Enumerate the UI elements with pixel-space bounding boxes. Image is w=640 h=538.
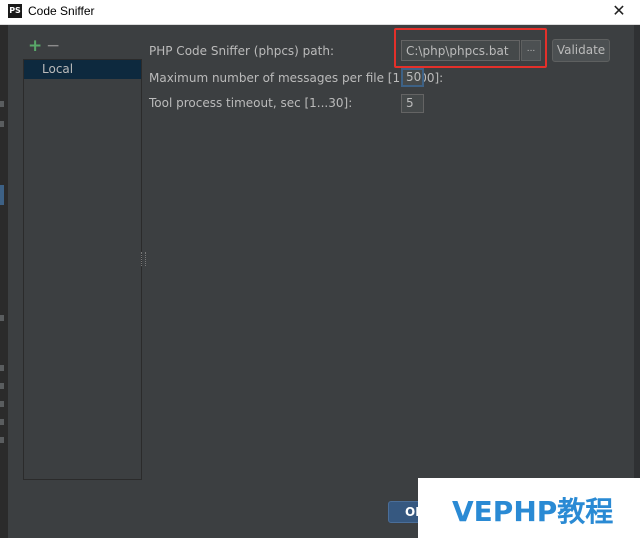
add-icon[interactable]: + [28,36,42,56]
edge-mark [0,101,4,107]
app-icon: PS [8,4,22,18]
edge-mark [0,419,4,425]
title-bar: PS Code Sniffer ✕ [0,0,640,25]
remove-icon[interactable]: − [46,36,60,56]
edge-mark [0,401,4,407]
max-messages-field[interactable]: 50 [401,68,424,87]
max-messages-label: Maximum number of messages per file [1..… [149,71,444,85]
edge-mark [0,383,4,389]
close-button[interactable]: ✕ [604,0,634,24]
window-title: Code Sniffer [28,4,95,18]
edge-mark [0,315,4,321]
list-item-label: Local [42,62,74,76]
watermark: VEPHP教程 [418,478,640,538]
watermark-text: VEPHP教程 [452,495,614,528]
edge-mark [0,185,4,205]
edge-mark [0,121,4,127]
configuration-list[interactable]: Local [23,59,142,480]
highlight-annotation [394,28,547,68]
edge-mark [0,437,4,443]
phpcs-path-label: PHP Code Sniffer (phpcs) path: [149,44,334,58]
list-toolbar: + − [28,36,78,58]
validate-button[interactable]: Validate [552,39,610,62]
list-item-local[interactable]: Local [24,60,141,79]
background-window-edge [0,25,8,538]
background-window-edge-right [634,25,640,538]
timeout-label: Tool process timeout, sec [1...30]: [149,96,353,110]
edge-mark [0,365,4,371]
timeout-field[interactable]: 5 [401,94,424,113]
splitter-handle[interactable] [141,252,146,266]
